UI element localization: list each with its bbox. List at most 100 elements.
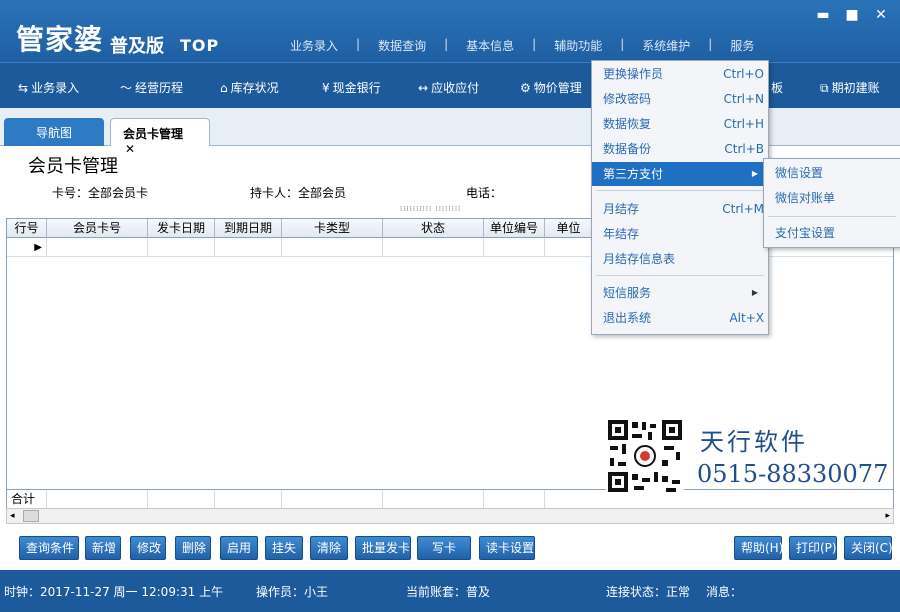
total-label: 合计 <box>7 490 47 509</box>
toolbar-label: 板 <box>771 81 784 95</box>
col-status[interactable]: 状态 <box>383 219 484 238</box>
yen-icon: ¥ <box>322 81 330 95</box>
toolbar-inventory[interactable]: ⌂ 库存状况 <box>220 79 279 96</box>
submenu-item-wechat-statement[interactable]: 微信对账单 <box>764 186 900 210</box>
report-loss-button[interactable]: 挂失 <box>265 536 303 560</box>
tab-member-card[interactable]: 会员卡管理 ✕ <box>110 118 210 156</box>
menu-item-data-backup[interactable]: 数据备份 Ctrl+B <box>592 137 768 161</box>
menu-item-label: 修改密码 <box>603 92 652 106</box>
toolbar-dashboard[interactable]: 板 <box>771 79 783 96</box>
top-menu-separator: | <box>356 37 361 51</box>
toolbar-business-history[interactable]: 〜经营历程 <box>120 79 183 96</box>
col-row-number[interactable]: 行号 <box>7 219 47 238</box>
delete-button[interactable]: 删除 <box>175 536 211 560</box>
menu-item-change-password[interactable]: 修改密码 Ctrl+N <box>592 87 768 111</box>
menu-item-month-close[interactable]: 月结存 Ctrl+M <box>592 197 768 221</box>
filter-card-number: 卡号：全部会员卡 <box>52 186 149 200</box>
scroll-right-icon[interactable]: ▸ <box>885 509 890 523</box>
edit-button[interactable]: 修改 <box>130 536 166 560</box>
menu-item-month-close-report[interactable]: 月结存信息表 <box>592 247 768 271</box>
menu-item-label: 年结存 <box>603 227 640 241</box>
submenu-item-alipay-settings[interactable]: 支付宝设置 <box>764 221 900 245</box>
close-tab-icon[interactable]: ✕ <box>125 142 135 156</box>
top-menu-basic-info[interactable]: 基本信息 <box>460 37 520 54</box>
scroll-left-icon[interactable]: ◂ <box>10 509 15 523</box>
read-card-settings-button[interactable]: 读卡设置 <box>479 536 535 560</box>
splitter-handle[interactable]: ⁞⁞⁞⁞⁞⁞⁞⁞⁞⁞ ⁞⁞⁞⁞⁞⁞⁞⁞ <box>400 205 461 213</box>
top-menu-auxiliary[interactable]: 辅助功能 <box>548 37 608 54</box>
minimize-icon[interactable]: ▬ <box>812 6 834 24</box>
external-link-icon: ⧉ <box>820 81 829 95</box>
top-menu-data-query[interactable]: 数据查询 <box>372 37 432 54</box>
add-button[interactable]: 新增 <box>85 536 121 560</box>
table-cell <box>148 490 215 509</box>
table-cell <box>383 490 484 509</box>
filter-card-holder: 持卡人：全部会员 <box>250 186 347 200</box>
menu-item-label: 数据备份 <box>603 142 652 156</box>
table-cell[interactable] <box>383 238 484 257</box>
top-menu-system-maintenance[interactable]: 系统维护 <box>636 37 696 54</box>
menu-item-sms-service[interactable]: 短信服务 ▶ <box>592 281 768 305</box>
toolbar-cash-bank[interactable]: ¥ 现金银行 <box>322 79 381 96</box>
menu-item-label: 月结存 <box>603 202 640 216</box>
clear-button[interactable]: 清除 <box>310 536 348 560</box>
top-menu-separator: | <box>620 37 625 51</box>
scrollbar-thumb[interactable] <box>23 510 39 522</box>
batch-issue-button[interactable]: 批量发卡 <box>355 536 411 560</box>
col-card-type[interactable]: 卡类型 <box>282 219 383 238</box>
table-cell[interactable] <box>484 238 545 257</box>
top-menu-business-entry[interactable]: 业务录入 <box>284 37 344 54</box>
toolbar-receivable-payable[interactable]: ↔ 应收应付 <box>418 79 479 96</box>
enable-button[interactable]: 启用 <box>220 536 258 560</box>
menu-item-year-close[interactable]: 年结存 <box>592 222 768 246</box>
menu-item-label: 更换操作员 <box>603 67 664 81</box>
write-card-button[interactable]: 写卡 <box>417 536 471 560</box>
toolbar-opening-balance[interactable]: ⧉ 期初建账 <box>820 79 880 96</box>
menu-item-data-restore[interactable]: 数据恢复 Ctrl+H <box>592 112 768 136</box>
col-expiry-date[interactable]: 到期日期 <box>215 219 282 238</box>
table-cell[interactable] <box>282 238 383 257</box>
menu-item-exit[interactable]: 退出系统 Alt+X <box>592 306 768 330</box>
maximize-icon[interactable]: ■ <box>841 6 863 24</box>
app-logo-edition: 普及版 <box>110 36 164 57</box>
table-cell[interactable] <box>215 238 282 257</box>
app-logo-top: TOP <box>180 36 220 55</box>
company-name: 天行软件 <box>700 428 808 456</box>
menu-item-third-party-payment[interactable]: 第三方支付 ▶ <box>592 162 768 186</box>
top-menu-service[interactable]: 服务 <box>724 37 760 54</box>
submenu-item-label: 支付宝设置 <box>775 226 836 240</box>
status-account: 当前账套：普及 <box>406 585 491 599</box>
table-cell <box>282 490 383 509</box>
menu-item-label: 第三方支付 <box>603 167 664 181</box>
menu-separator <box>768 216 896 217</box>
close-button[interactable]: 关闭(C) <box>844 536 893 560</box>
toolbar-label: 应收应付 <box>431 81 480 95</box>
table-cell[interactable] <box>148 238 215 257</box>
table-cell[interactable] <box>47 238 148 257</box>
print-button[interactable]: 打印(P) <box>789 536 837 560</box>
company-phone: 0515-88330077 <box>697 460 889 488</box>
help-button[interactable]: 帮助(H) <box>734 536 783 560</box>
close-window-icon[interactable]: ✕ <box>870 6 892 24</box>
toolbar-business-entry[interactable]: ⇆ 业务录入 <box>18 79 79 96</box>
tab-navigation[interactable]: 导航图 <box>4 118 104 146</box>
row-pointer-icon: ▶ <box>7 238 47 257</box>
menu-item-shortcut: Ctrl+N <box>723 92 764 106</box>
submenu-arrow-icon: ▶ <box>751 288 758 297</box>
table-cell <box>215 490 282 509</box>
col-card-number[interactable]: 会员卡号 <box>47 219 148 238</box>
menu-item-switch-operator[interactable]: 更换操作员 Ctrl+O <box>592 62 768 86</box>
col-unit[interactable]: 单位 <box>545 219 593 238</box>
horizontal-scrollbar[interactable]: ◂ ▸ <box>6 508 894 524</box>
query-conditions-button[interactable]: 查询条件 <box>19 536 79 560</box>
toolbar-label: 业务录入 <box>31 81 80 95</box>
status-operator: 操作员：小王 <box>256 585 329 599</box>
toolbar-label: 期初建账 <box>831 81 880 95</box>
table-cell <box>484 490 545 509</box>
col-issue-date[interactable]: 发卡日期 <box>148 219 215 238</box>
menu-item-shortcut: Alt+X <box>729 311 764 325</box>
col-unit-code[interactable]: 单位编号 <box>484 219 545 238</box>
top-menu: 业务录入 | 数据查询 | 基本信息 | 辅助功能 | 系统维护 | 服务 <box>284 37 760 54</box>
submenu-item-wechat-settings[interactable]: 微信设置 <box>764 161 900 185</box>
toolbar-price-management[interactable]: ⚙ 物价管理 <box>520 79 582 96</box>
